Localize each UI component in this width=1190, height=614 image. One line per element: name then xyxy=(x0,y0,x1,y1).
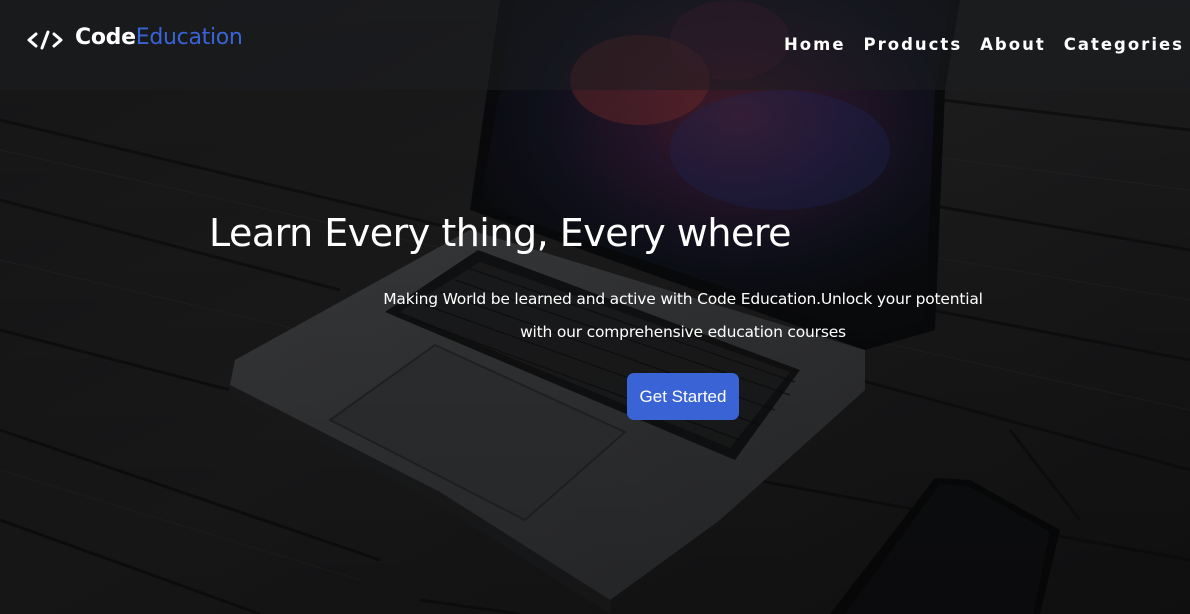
brand-name-code: Code xyxy=(75,25,136,50)
brand-logo[interactable]: CodeEducation xyxy=(27,25,243,55)
nav-link-categories[interactable]: Categories xyxy=(1064,32,1184,58)
nav-link-products[interactable]: Products xyxy=(864,32,963,58)
landing-page: CodeEducation Home Products About Catego… xyxy=(0,0,1190,614)
main-nav: Home Products About Categories xyxy=(784,32,1190,58)
top-navbar: CodeEducation Home Products About Catego… xyxy=(0,0,1190,90)
brand-name: CodeEducation xyxy=(75,23,243,53)
get-started-button[interactable]: Get Started xyxy=(627,373,739,420)
hero-subtitle: Making World be learned and active with … xyxy=(383,290,983,341)
code-brackets-icon xyxy=(27,29,63,51)
hero-title: Learn Every thing, Every where xyxy=(208,211,792,255)
nav-link-about[interactable]: About xyxy=(980,32,1046,58)
brand-name-education: Education xyxy=(135,25,243,50)
nav-link-home[interactable]: Home xyxy=(784,32,846,58)
